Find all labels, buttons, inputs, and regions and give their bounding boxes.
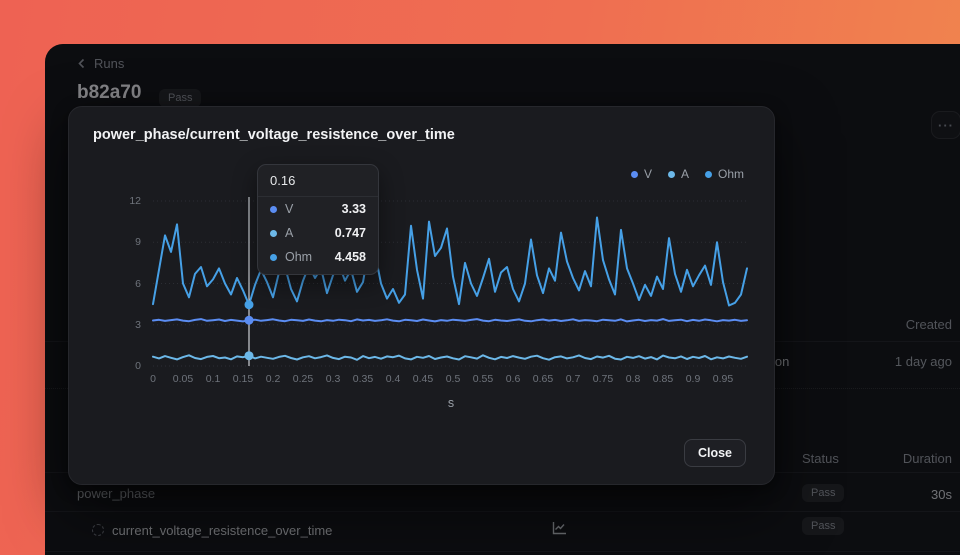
y-tick-label: 9 — [109, 236, 141, 248]
x-tick-label: 0.4 — [386, 373, 401, 385]
series-dot-icon — [270, 206, 277, 213]
legend-label: V — [644, 167, 652, 181]
x-axis-labels: 0 0.05 0.1 0.15 0.2 0.25 0.3 0.35 0.4 0.45 0.5 0.55… — [153, 373, 749, 387]
chart-tooltip: 0.16 V 3.33 A 0.747 Ohm 4.458 — [257, 164, 379, 275]
tooltip-series-name: A — [285, 226, 319, 240]
chart-legend: V A Ohm — [631, 167, 744, 181]
legend-dot-icon — [631, 171, 638, 178]
x-tick-label: 0.2 — [266, 373, 281, 385]
x-tick-label: 0.45 — [413, 373, 433, 385]
series-dot-icon — [270, 254, 277, 261]
x-tick-label: 0.65 — [533, 373, 553, 385]
legend-label: Ohm — [718, 167, 744, 181]
legend-item-a[interactable]: A — [668, 167, 689, 181]
x-tick-label: 0.8 — [626, 373, 641, 385]
x-tick-label: 0.85 — [653, 373, 673, 385]
series-dot-icon — [270, 230, 277, 237]
chart-svg — [153, 201, 749, 366]
x-tick-label: 0.95 — [713, 373, 733, 385]
legend-dot-icon — [668, 171, 675, 178]
x-tick-label: 0.9 — [686, 373, 701, 385]
x-tick-label: 0.5 — [446, 373, 461, 385]
legend-dot-icon — [705, 171, 712, 178]
y-tick-label: 0 — [109, 360, 141, 372]
close-button[interactable]: Close — [684, 439, 746, 467]
chart-modal: power_phase/current_voltage_resistence_o… — [68, 106, 775, 485]
tooltip-row: V 3.33 — [258, 197, 378, 221]
x-tick-label: 0.7 — [566, 373, 581, 385]
x-tick-label: 0.6 — [506, 373, 521, 385]
tooltip-series-value: 4.458 — [335, 250, 366, 264]
x-tick-label: 0.15 — [233, 373, 253, 385]
x-tick-label: 0.75 — [593, 373, 613, 385]
x-tick-label: 0.05 — [173, 373, 193, 385]
y-tick-label: 3 — [109, 319, 141, 331]
chart-plot[interactable] — [153, 201, 749, 366]
x-axis-title: s — [153, 396, 749, 410]
x-tick-label: 0.35 — [353, 373, 373, 385]
tooltip-series-name: V — [285, 202, 319, 216]
legend-item-v[interactable]: V — [631, 167, 652, 181]
x-tick-label: 0.3 — [326, 373, 341, 385]
y-tick-label: 6 — [109, 278, 141, 290]
modal-title: power_phase/current_voltage_resistence_o… — [93, 127, 455, 143]
x-tick-label: 0 — [150, 373, 156, 385]
tooltip-series-name: Ohm — [285, 250, 319, 264]
tooltip-row: Ohm 4.458 — [258, 245, 378, 274]
legend-label: A — [681, 167, 689, 181]
x-tick-label: 0.1 — [206, 373, 221, 385]
x-tick-label: 0.25 — [293, 373, 313, 385]
y-axis-labels: 036912 — [109, 201, 141, 366]
tooltip-series-value: 0.747 — [335, 226, 366, 240]
legend-item-ohm[interactable]: Ohm — [705, 167, 744, 181]
y-tick-label: 12 — [109, 195, 141, 207]
tooltip-header: 0.16 — [258, 165, 378, 197]
tooltip-series-value: 3.33 — [342, 202, 366, 216]
x-tick-label: 0.55 — [473, 373, 493, 385]
tooltip-row: A 0.747 — [258, 221, 378, 245]
